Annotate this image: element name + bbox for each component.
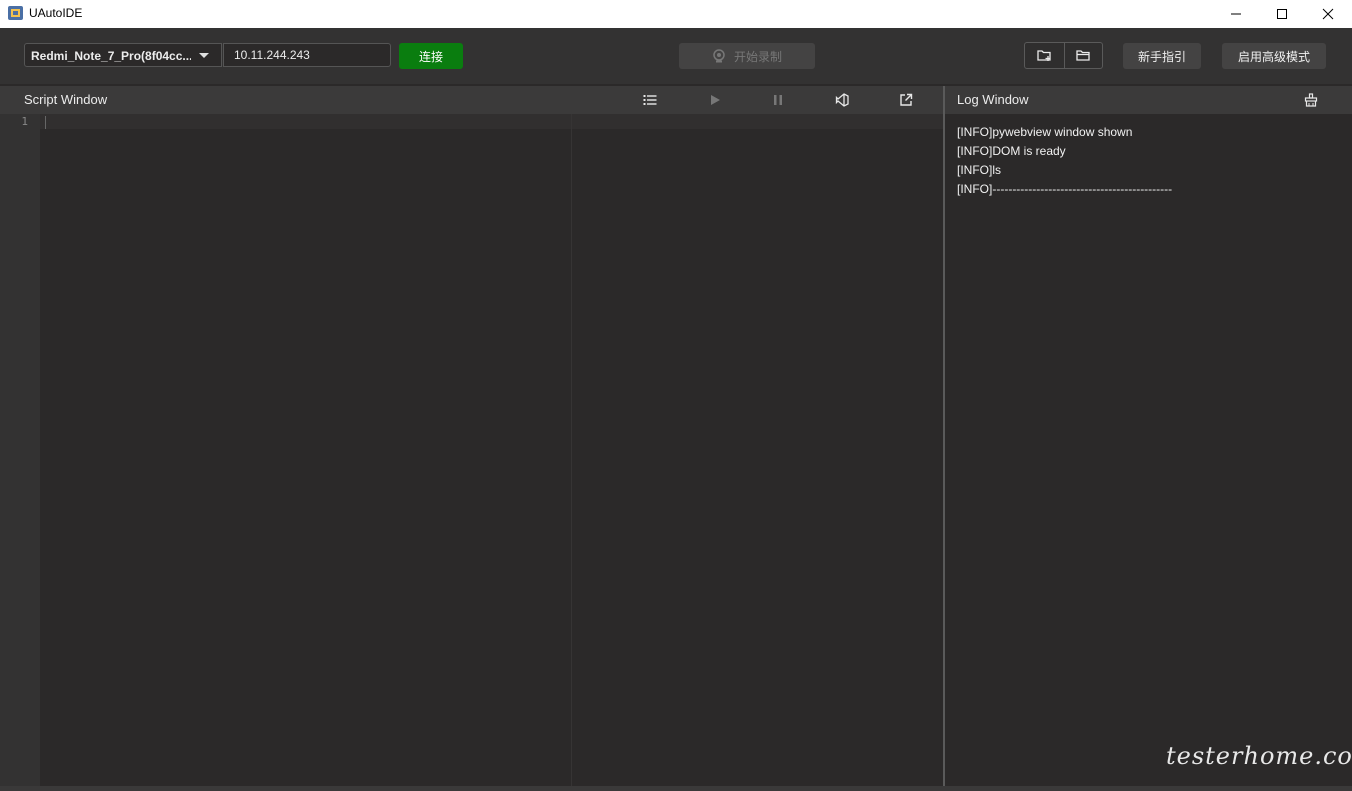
minimize-icon <box>1231 13 1241 15</box>
log-line: [INFO]----------------------------------… <box>957 182 1173 196</box>
connect-button[interactable]: 连接 <box>399 43 463 69</box>
title-bar: UAutoIDE <box>0 0 1352 28</box>
connect-button-label: 连接 <box>418 49 443 64</box>
beginner-guide-label: 新手指引 <box>1137 49 1186 64</box>
vscode-icon[interactable] <box>835 93 849 107</box>
external-link-icon[interactable] <box>899 93 913 107</box>
editor-gutter: 1 <box>0 114 40 786</box>
line-number: 1 <box>21 115 28 128</box>
log-window-header: Log Window <box>945 86 1352 114</box>
active-line-highlight <box>40 114 943 129</box>
log-line: [INFO]ls <box>957 163 1001 177</box>
advanced-mode-label: 启用高级模式 <box>1237 49 1310 64</box>
new-folder-button[interactable] <box>1025 43 1065 68</box>
device-select[interactable]: Redmi_Note_7_Pro(8f04cc... <box>24 43 222 67</box>
script-editor[interactable] <box>40 114 943 786</box>
start-record-label: 开始录制 <box>733 49 782 64</box>
clear-log-icon[interactable] <box>1304 93 1318 107</box>
app-icon <box>8 6 23 20</box>
watermark: testerhome.com <box>1166 742 1352 770</box>
text-cursor <box>45 116 46 129</box>
start-record-button[interactable]: 开始录制 <box>679 43 815 69</box>
maximize-button[interactable] <box>1259 0 1305 28</box>
print-margin <box>571 114 572 786</box>
pause-icon[interactable] <box>771 93 785 107</box>
script-window-title: Script Window <box>24 92 108 107</box>
advanced-mode-button[interactable]: 启用高级模式 <box>1222 43 1326 69</box>
ip-address-input[interactable]: 10.11.244.243 <box>223 43 391 67</box>
script-window-header: Script Window <box>0 86 943 114</box>
chevron-down-icon <box>199 53 209 58</box>
open-folder-button[interactable] <box>1064 43 1103 68</box>
device-select-value: Redmi_Note_7_Pro(8f04cc... <box>31 49 191 63</box>
close-icon <box>1322 8 1334 20</box>
bottom-border <box>0 786 1352 791</box>
log-line: [INFO]pywebview window shown <box>957 125 1133 139</box>
new-folder-icon <box>1037 50 1051 61</box>
log-window-title: Log Window <box>957 92 1029 107</box>
window-title: UAutoIDE <box>29 6 83 20</box>
maximize-icon <box>1277 9 1287 19</box>
close-button[interactable] <box>1305 0 1351 28</box>
list-icon[interactable] <box>643 93 657 107</box>
log-line: [INFO]DOM is ready <box>957 144 1066 158</box>
open-folder-icon <box>1076 50 1090 61</box>
beginner-guide-button[interactable]: 新手指引 <box>1123 43 1201 69</box>
folder-button-group <box>1024 42 1103 69</box>
log-output: [INFO]pywebview window shown [INFO]DOM i… <box>945 114 1352 786</box>
webcam-icon <box>713 49 725 63</box>
top-toolbar: Redmi_Note_7_Pro(8f04cc... 10.11.244.243… <box>0 28 1352 84</box>
play-icon[interactable] <box>708 93 722 107</box>
minimize-button[interactable] <box>1213 0 1259 28</box>
